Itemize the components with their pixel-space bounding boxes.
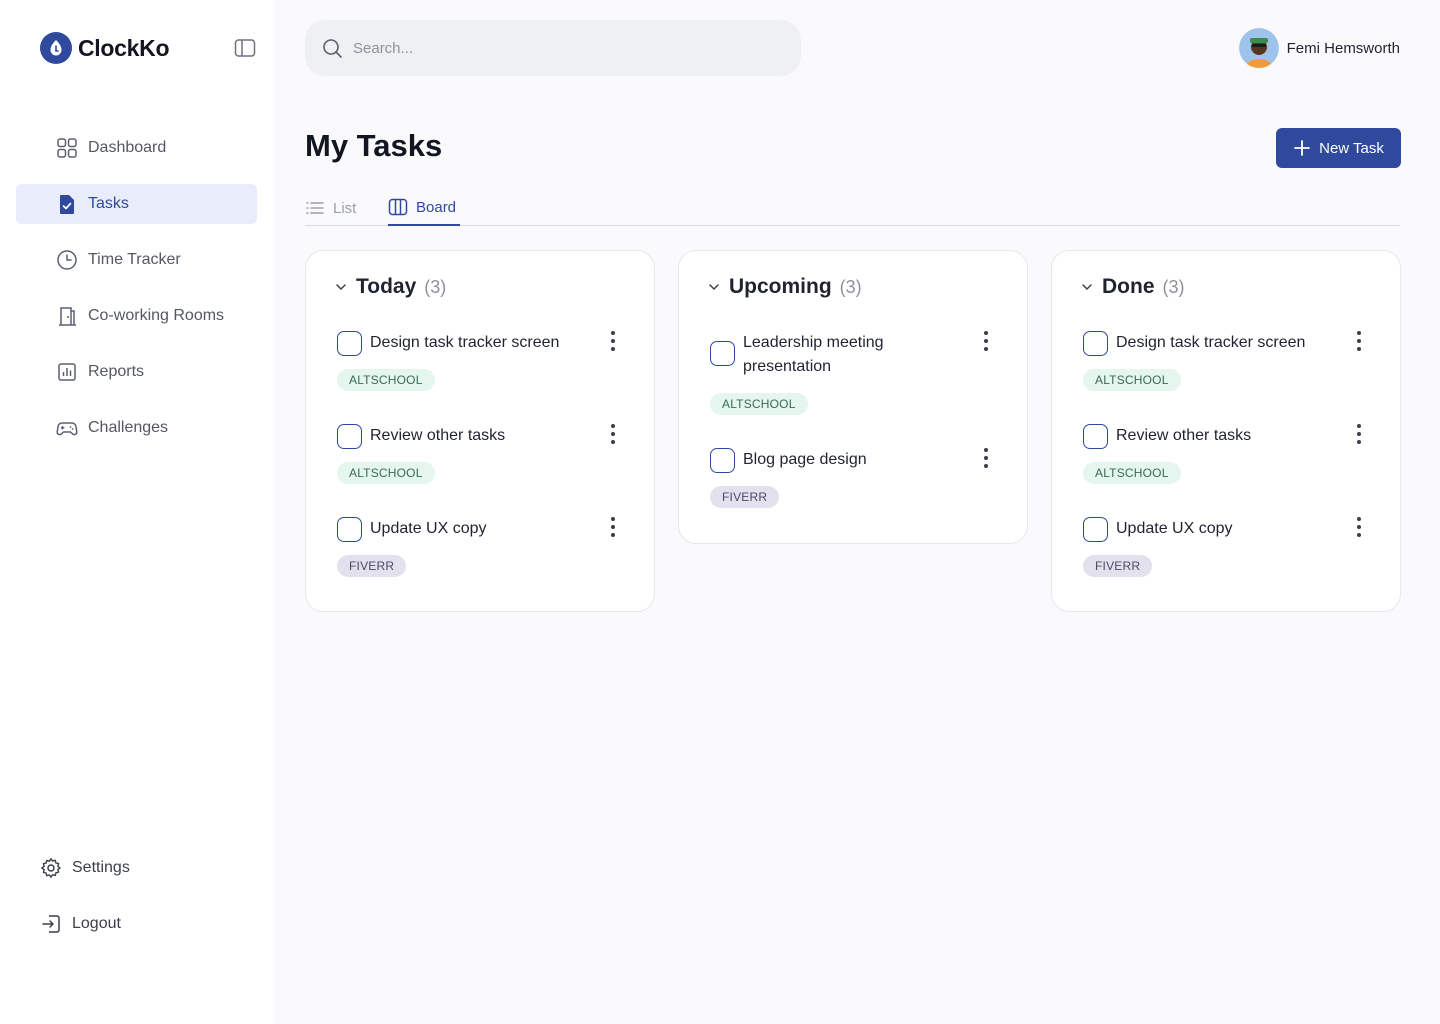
avatar[interactable] bbox=[1238, 28, 1279, 68]
chevron-down-icon bbox=[336, 284, 346, 291]
door-icon bbox=[59, 307, 76, 326]
sidebar: ClockKo Dashboard Tasks Time Tracker Co-… bbox=[0, 0, 274, 1024]
sidebar-nav: Dashboard Tasks Time Tracker Co-working … bbox=[16, 128, 257, 464]
column-header[interactable]: Today (3) bbox=[334, 275, 446, 299]
gear-icon bbox=[41, 858, 61, 878]
task-tag: FIVERR bbox=[1083, 555, 1153, 577]
task-title: Design task tracker screen bbox=[370, 334, 560, 351]
sidebar-item-dashboard[interactable]: Dashboard bbox=[16, 128, 257, 168]
sidebar-item-label: Challenges bbox=[88, 419, 169, 436]
more-options-icon[interactable] bbox=[603, 515, 623, 539]
sidebar-item-label: Tasks bbox=[88, 195, 129, 212]
more-options-icon[interactable] bbox=[603, 422, 623, 446]
sidebar-item-time-tracker[interactable]: Time Tracker bbox=[16, 240, 257, 280]
sidebar-item-reports[interactable]: Reports bbox=[16, 352, 257, 392]
column-title: Upcoming bbox=[729, 275, 832, 298]
dashboard-icon bbox=[57, 138, 77, 158]
column-count: (3) bbox=[839, 276, 862, 297]
search-icon bbox=[323, 39, 342, 58]
task-title: Blog page design bbox=[743, 451, 867, 468]
sidebar-item-coworking-rooms[interactable]: Co-working Rooms bbox=[16, 296, 257, 336]
sidebar-item-tasks[interactable]: Tasks bbox=[16, 184, 257, 224]
tab-board[interactable]: Board bbox=[388, 190, 461, 226]
task-title: Update UX copy bbox=[1116, 520, 1233, 537]
task-title: Review other tasks bbox=[1116, 427, 1252, 444]
task-tag: ALTSCHOOL bbox=[337, 369, 435, 391]
logout-label: Logout bbox=[72, 915, 121, 932]
board-column-done: Done (3) Design task tracker screen ALTS… bbox=[1051, 250, 1401, 612]
more-options-icon[interactable] bbox=[976, 329, 996, 353]
task-checkbox[interactable] bbox=[337, 331, 362, 356]
tab-label: List bbox=[333, 199, 357, 217]
new-task-button[interactable]: New Task bbox=[1276, 128, 1401, 168]
brand-name: ClockKo bbox=[78, 34, 170, 61]
user-menu[interactable]: Femi Hemsworth bbox=[1238, 28, 1400, 68]
sidebar-toggle-icon[interactable] bbox=[234, 38, 256, 58]
column-header[interactable]: Done (3) bbox=[1080, 275, 1185, 299]
search-bar[interactable] bbox=[305, 20, 801, 76]
search-input[interactable] bbox=[353, 39, 773, 57]
board-column-upcoming: Upcoming (3) Leadership meeting presenta… bbox=[678, 250, 1028, 544]
chevron-down-icon bbox=[709, 284, 719, 291]
sidebar-item-label: Reports bbox=[88, 363, 145, 380]
sidebar-item-label: Dashboard bbox=[88, 139, 167, 156]
task-checkbox[interactable] bbox=[710, 448, 735, 473]
task-title: Update UX copy bbox=[370, 520, 487, 537]
tasks-icon bbox=[60, 195, 74, 214]
view-tabs: List Board bbox=[305, 190, 1400, 226]
more-options-icon[interactable] bbox=[1349, 329, 1369, 353]
column-count: (3) bbox=[1162, 276, 1185, 297]
more-options-icon[interactable] bbox=[1349, 422, 1369, 446]
user-name: Femi Hemsworth bbox=[1286, 39, 1400, 57]
task-tag: FIVERR bbox=[337, 555, 407, 577]
logout-icon bbox=[42, 915, 60, 933]
task-checkbox[interactable] bbox=[710, 341, 735, 366]
chevron-down-icon bbox=[1082, 284, 1092, 291]
column-header[interactable]: Upcoming (3) bbox=[707, 275, 862, 299]
task-tag: ALTSCHOOL bbox=[1083, 462, 1181, 484]
task-checkbox[interactable] bbox=[337, 424, 362, 449]
task-checkbox[interactable] bbox=[1083, 517, 1108, 542]
sidebar-item-challenges[interactable]: Challenges bbox=[16, 408, 257, 448]
task-title: Design task tracker screen bbox=[1116, 334, 1306, 351]
new-task-label: New Task bbox=[1319, 139, 1384, 157]
more-options-icon[interactable] bbox=[976, 446, 996, 470]
sidebar-bottom-nav: Settings Logout bbox=[40, 848, 130, 960]
column-title: Done bbox=[1102, 275, 1155, 298]
task-tag: FIVERR bbox=[710, 486, 780, 508]
board-icon bbox=[388, 198, 408, 216]
clock-icon bbox=[57, 250, 77, 270]
tab-label: Board bbox=[416, 198, 457, 216]
task-checkbox[interactable] bbox=[337, 517, 362, 542]
page-title: My Tasks bbox=[305, 128, 443, 163]
sidebar-item-label: Co-working Rooms bbox=[88, 307, 225, 324]
board-column-today: Today (3) Design task tracker screen ALT… bbox=[305, 250, 655, 612]
task-checkbox[interactable] bbox=[1083, 331, 1108, 356]
sidebar-item-settings[interactable]: Settings bbox=[40, 848, 130, 888]
more-options-icon[interactable] bbox=[1349, 515, 1369, 539]
brand[interactable]: ClockKo bbox=[40, 32, 170, 64]
column-count: (3) bbox=[424, 276, 447, 297]
plus-icon bbox=[1294, 140, 1311, 156]
task-checkbox[interactable] bbox=[1083, 424, 1108, 449]
task-title: Review other tasks bbox=[370, 427, 506, 444]
task-tag: ALTSCHOOL bbox=[337, 462, 435, 484]
tab-list[interactable]: List bbox=[305, 190, 356, 226]
more-options-icon[interactable] bbox=[603, 329, 623, 353]
gamepad-icon bbox=[56, 422, 78, 436]
column-title: Today bbox=[356, 275, 417, 298]
task-tag: ALTSCHOOL bbox=[710, 393, 808, 415]
reports-icon bbox=[58, 363, 76, 381]
sidebar-item-label: Time Tracker bbox=[88, 251, 181, 268]
settings-label: Settings bbox=[72, 859, 130, 876]
sidebar-item-logout[interactable]: Logout bbox=[40, 904, 130, 944]
task-title: Leadership meeting presentation bbox=[743, 334, 884, 375]
list-icon bbox=[306, 202, 324, 214]
task-tag: ALTSCHOOL bbox=[1083, 369, 1181, 391]
brand-logo-icon bbox=[40, 32, 72, 64]
